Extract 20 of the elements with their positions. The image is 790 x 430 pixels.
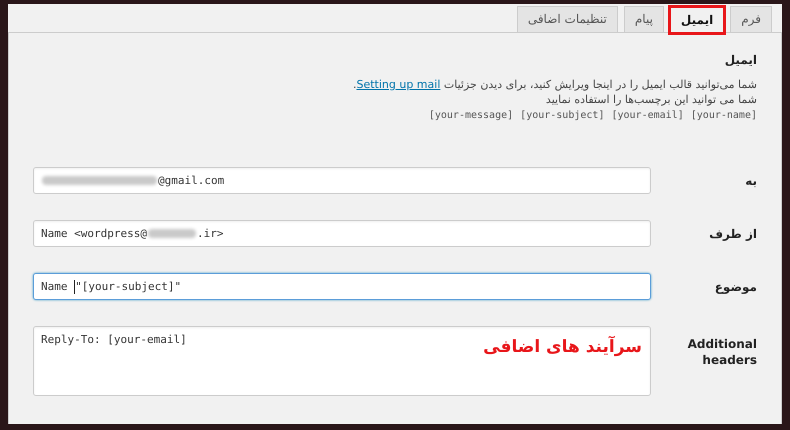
text-field[interactable]: Name <wordpress@ .ir> (33, 220, 651, 247)
tab[interactable]: فرم (730, 6, 772, 32)
tags-hint: شما می توانید این برچسب‌ها را استفاده نمایید (544, 92, 757, 107)
mail-tag: [your-email] (611, 110, 684, 121)
mail-tag: [your-subject] (520, 110, 604, 121)
text-field[interactable]: Name "[your-subject]" (33, 273, 651, 300)
tab[interactable]: پیام (624, 6, 664, 32)
setting-up-mail-link[interactable]: Setting up mail (356, 78, 440, 91)
tab[interactable]: تنظیمات اضافی (516, 6, 618, 32)
field-label: موضوع (714, 280, 757, 294)
field-label: به (744, 174, 757, 188)
text-field[interactable]: @gmail.com (33, 167, 651, 194)
redacted-mark (148, 229, 196, 238)
section-title: ایمیل (724, 53, 757, 67)
field-label: از طرف (708, 226, 757, 240)
tab[interactable]: ایمیل (670, 7, 724, 33)
annotation-text: سرآیند های اضافی (483, 337, 642, 357)
field-label: Additional headers (686, 336, 757, 368)
mail-tag: [your-message] (428, 110, 514, 121)
mail-tag: [your-name] (690, 110, 757, 121)
